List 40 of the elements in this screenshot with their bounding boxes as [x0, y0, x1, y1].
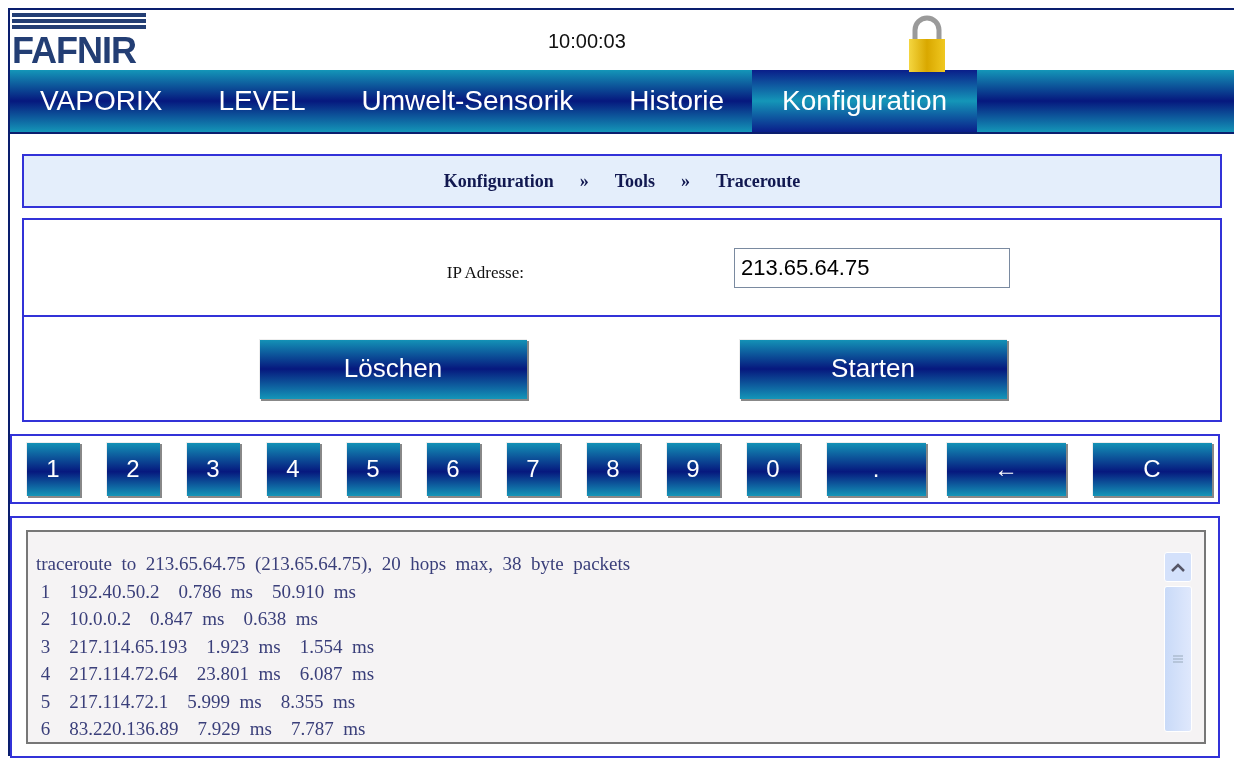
ip-address-field[interactable]: 213.65.64.75	[734, 247, 1010, 288]
keypad-key[interactable]: 4	[266, 442, 320, 496]
output-line: 4 217.114.72.64 23.801 ms 6.087 ms	[39, 662, 376, 686]
keypad-key[interactable]: 0	[746, 442, 800, 496]
keypad-key[interactable]: 2	[106, 442, 160, 496]
breadcrumb-item[interactable]: Konfiguration	[443, 170, 554, 192]
keypad-key[interactable]: 6	[426, 442, 480, 496]
start-button[interactable]: Starten	[739, 338, 1007, 399]
nav-tab[interactable]: Konfiguration	[752, 70, 978, 132]
clear-button[interactable]: Löschen	[259, 338, 527, 399]
nav-tab[interactable]: LEVEL	[190, 70, 334, 132]
caret-up-icon	[1171, 562, 1185, 572]
nav-tab[interactable]: Historie	[601, 70, 753, 132]
keypad-key[interactable]: 5	[346, 442, 400, 496]
nav-tab[interactable]: Umwelt-Sensorik	[333, 70, 602, 132]
nav-tab[interactable]: VAPORIX	[10, 70, 191, 132]
output-line: 3 217.114.65.193 1.923 ms 1.554 ms	[39, 634, 376, 659]
keypad-key[interactable]: C	[1092, 442, 1212, 496]
output-line: 6 83.220.136.89 7.929 ms 7.787 ms	[39, 717, 367, 741]
ip-address-label: IP Adresse:	[445, 262, 524, 283]
clock-time: 10:00:03	[548, 30, 626, 53]
keypad-key[interactable]: 3	[186, 442, 240, 496]
grip-icon	[1173, 655, 1183, 663]
keypad-key[interactable]: 1	[26, 442, 80, 496]
breadcrumb-separator: »	[681, 170, 691, 192]
output-line: traceroute to 213.65.64.75 (213.65.64.75), 20 hops max, 38 byte packets	[36, 552, 632, 576]
breadcrumb-separator: »	[579, 170, 589, 192]
keypad-key[interactable]: ←	[946, 442, 1066, 496]
output-line: 2 10.0.0.2 0.847 ms 0.638 ms	[39, 607, 319, 631]
output-line: 5 217.114.72.1 5.999 ms 8.355 ms	[39, 689, 357, 714]
output-line: 1 192.40.50.2 0.786 ms 50.910 ms	[39, 579, 357, 604]
keypad-key[interactable]: 7	[506, 442, 560, 496]
keypad-key[interactable]: .	[826, 442, 926, 496]
breadcrumb-item[interactable]: Traceroute	[716, 170, 801, 192]
scrollbar-thumb[interactable]	[1164, 586, 1192, 732]
breadcrumb-item[interactable]: Tools	[614, 170, 656, 192]
scroll-up-button[interactable]	[1164, 552, 1192, 582]
keypad-key[interactable]: 8	[586, 442, 640, 496]
logo: FAFNIR	[12, 11, 146, 69]
keypad-key[interactable]: 9	[666, 442, 720, 496]
